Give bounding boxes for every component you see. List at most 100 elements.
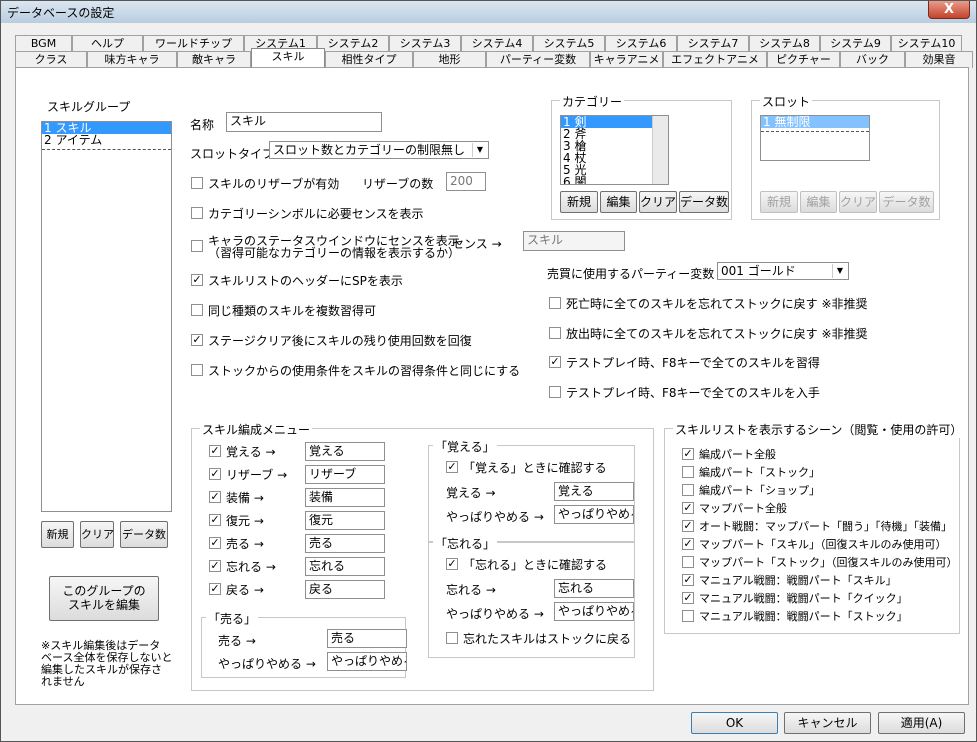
tab-システム10[interactable]: システム10 [891,35,962,52]
scene-checkbox[interactable]: ✓ [682,574,694,586]
group-data-count-button[interactable]: データ数 [120,521,168,548]
menu-item-field[interactable]: 戻る [305,580,385,599]
tab-システム9[interactable]: システム9 [820,35,891,52]
slot-data-count-button[interactable]: データ数 [879,191,934,213]
edit-group-skills-button[interactable]: このグループの スキルを編集 [49,576,159,621]
forget-field[interactable]: 忘れる [554,579,634,598]
reuse-checkbox[interactable] [191,177,203,189]
menu-checkbox[interactable]: ✓ [209,583,221,595]
scene-checkbox[interactable]: ✓ [682,502,694,514]
cancel-button[interactable]: キャンセル [784,712,871,734]
tab-バック[interactable]: バック [840,51,905,68]
test-learn-checkbox[interactable]: ✓ [549,356,561,368]
menu-checkbox[interactable]: ✓ [209,537,221,549]
show-sp-checkbox[interactable]: ✓ [191,274,203,286]
menu-item-field[interactable]: 復元 [305,511,385,530]
group-clear-button[interactable]: クリア [80,521,114,548]
learn-cancel-field[interactable]: やっぱりやめる [554,505,634,524]
scenes-label: スキルリストを表示するシーン（閲覧・使用の許可） [673,421,965,438]
sell-cancel-field[interactable]: やっぱりやめる [327,652,407,671]
scene-checkbox[interactable]: ✓ [682,448,694,460]
test-learn-label: テストプレイ時、F8キーで全てのスキルを習得 [566,356,820,370]
tab-効果音[interactable]: 効果音 [905,51,973,68]
slot-type-select[interactable]: スロット数とカテゴリーの制限無し ▼ [269,141,489,159]
category-clear-button[interactable]: クリア [639,191,677,213]
menu-item-field[interactable]: 覚える [305,442,385,461]
scene-checkbox[interactable] [682,466,694,478]
tab-相性タイプ[interactable]: 相性タイプ [325,51,413,68]
forget-death-checkbox[interactable] [549,297,561,309]
slot-list[interactable]: 1 無制限 [760,115,870,161]
test-get-checkbox[interactable] [549,386,561,398]
tab-エフェクトアニメ[interactable]: エフェクトアニメ [663,51,767,68]
scene-checkbox[interactable] [682,556,694,568]
menu-item-field[interactable]: 装備 [305,488,385,507]
menu-checkbox[interactable]: ✓ [209,491,221,503]
tab-スキル[interactable]: スキル [251,48,325,68]
tab-パーティー変数[interactable]: パーティー変数 [486,51,590,68]
scene-checkbox[interactable]: ✓ [682,538,694,550]
tab-味方キャラ[interactable]: 味方キャラ [87,51,177,68]
sell-field[interactable]: 売る [327,629,407,648]
group-new-button[interactable]: 新規 [41,521,74,548]
menu-checkbox[interactable]: ✓ [209,445,221,457]
tab-地形[interactable]: 地形 [413,51,486,68]
status-sense-checkbox[interactable] [191,240,203,252]
tab-ヘルプ[interactable]: ヘルプ [72,35,143,52]
menu-item-field[interactable]: リザーブ [305,465,385,484]
category-new-button[interactable]: 新規 [560,191,598,213]
sense-field[interactable]: スキル [523,231,625,251]
category-list[interactable]: 1 剣2 斧3 槍4 杖5 光6 闇 [560,115,669,185]
category-data-count-button[interactable]: データ数 [679,191,729,213]
scene-label: オート戦闘：マップパート「闘う」「待機」「装備」 [699,520,952,533]
reuse-count-stepper[interactable]: 200 [446,172,486,191]
list-item[interactable]: 2 アイテム [42,134,171,146]
category-edit-button[interactable]: 編集 [600,191,637,213]
tab-ピクチャー[interactable]: ピクチャー [767,51,840,68]
apply-button[interactable]: 適用(A) [878,712,965,734]
tab-キャラアニメ[interactable]: キャラアニメ [590,51,663,68]
slot-new-button[interactable]: 新規 [760,191,798,213]
tab-システム5[interactable]: システム5 [533,35,605,52]
menu-checkbox[interactable]: ✓ [209,514,221,526]
name-field[interactable]: スキル [226,112,382,132]
tab-システム3[interactable]: システム3 [389,35,461,52]
scrollbar[interactable] [652,116,668,184]
slot-type-value: スロット数とカテゴリーの制限無し [273,143,466,157]
scene-checkbox[interactable] [682,484,694,496]
menu-checkbox[interactable]: ✓ [209,468,221,480]
close-button[interactable]: X [928,1,970,19]
to-stock-checkbox[interactable] [446,632,458,644]
menu-item-field[interactable]: 忘れる [305,557,385,576]
stock-cond-checkbox[interactable] [191,364,203,376]
tab-BGM[interactable]: BGM [15,35,72,52]
menu-item-field[interactable]: 売る [305,534,385,553]
forget-confirm-checkbox[interactable]: ✓ [446,558,458,570]
scene-checkbox[interactable]: ✓ [682,592,694,604]
list-item[interactable]: 6 闇 [561,176,653,184]
scene-checkbox[interactable]: ✓ [682,520,694,532]
trade-var-select[interactable]: 001 ゴールド ▼ [717,262,849,280]
tab-システム6[interactable]: システム6 [605,35,677,52]
tab-クラス[interactable]: クラス [15,51,87,68]
forget-release-checkbox[interactable] [549,327,561,339]
learn-confirm-checkbox[interactable]: ✓ [446,461,458,473]
learn-field[interactable]: 覚える [554,482,634,501]
scene-checkbox[interactable] [682,610,694,622]
skill-group-list[interactable]: 1 スキル 2 アイテム [41,121,172,512]
tab-システム8[interactable]: システム8 [749,35,820,52]
slot-clear-button[interactable]: クリア [839,191,877,213]
tab-システム2[interactable]: システム2 [317,35,389,52]
list-item[interactable]: 1 無制限 [761,116,869,128]
tab-ワールドチップ[interactable]: ワールドチップ [143,35,244,52]
slot-edit-button[interactable]: 編集 [800,191,837,213]
tab-システム4[interactable]: システム4 [461,35,533,52]
menu-checkbox[interactable]: ✓ [209,560,221,572]
tab-敵キャラ[interactable]: 敵キャラ [177,51,251,68]
category-sense-checkbox[interactable] [191,207,203,219]
restore-checkbox[interactable]: ✓ [191,334,203,346]
forget-cancel-field[interactable]: やっぱりやめる [554,602,634,621]
ok-button[interactable]: OK [691,712,778,734]
multiple-checkbox[interactable] [191,304,203,316]
tab-システム7[interactable]: システム7 [677,35,749,52]
